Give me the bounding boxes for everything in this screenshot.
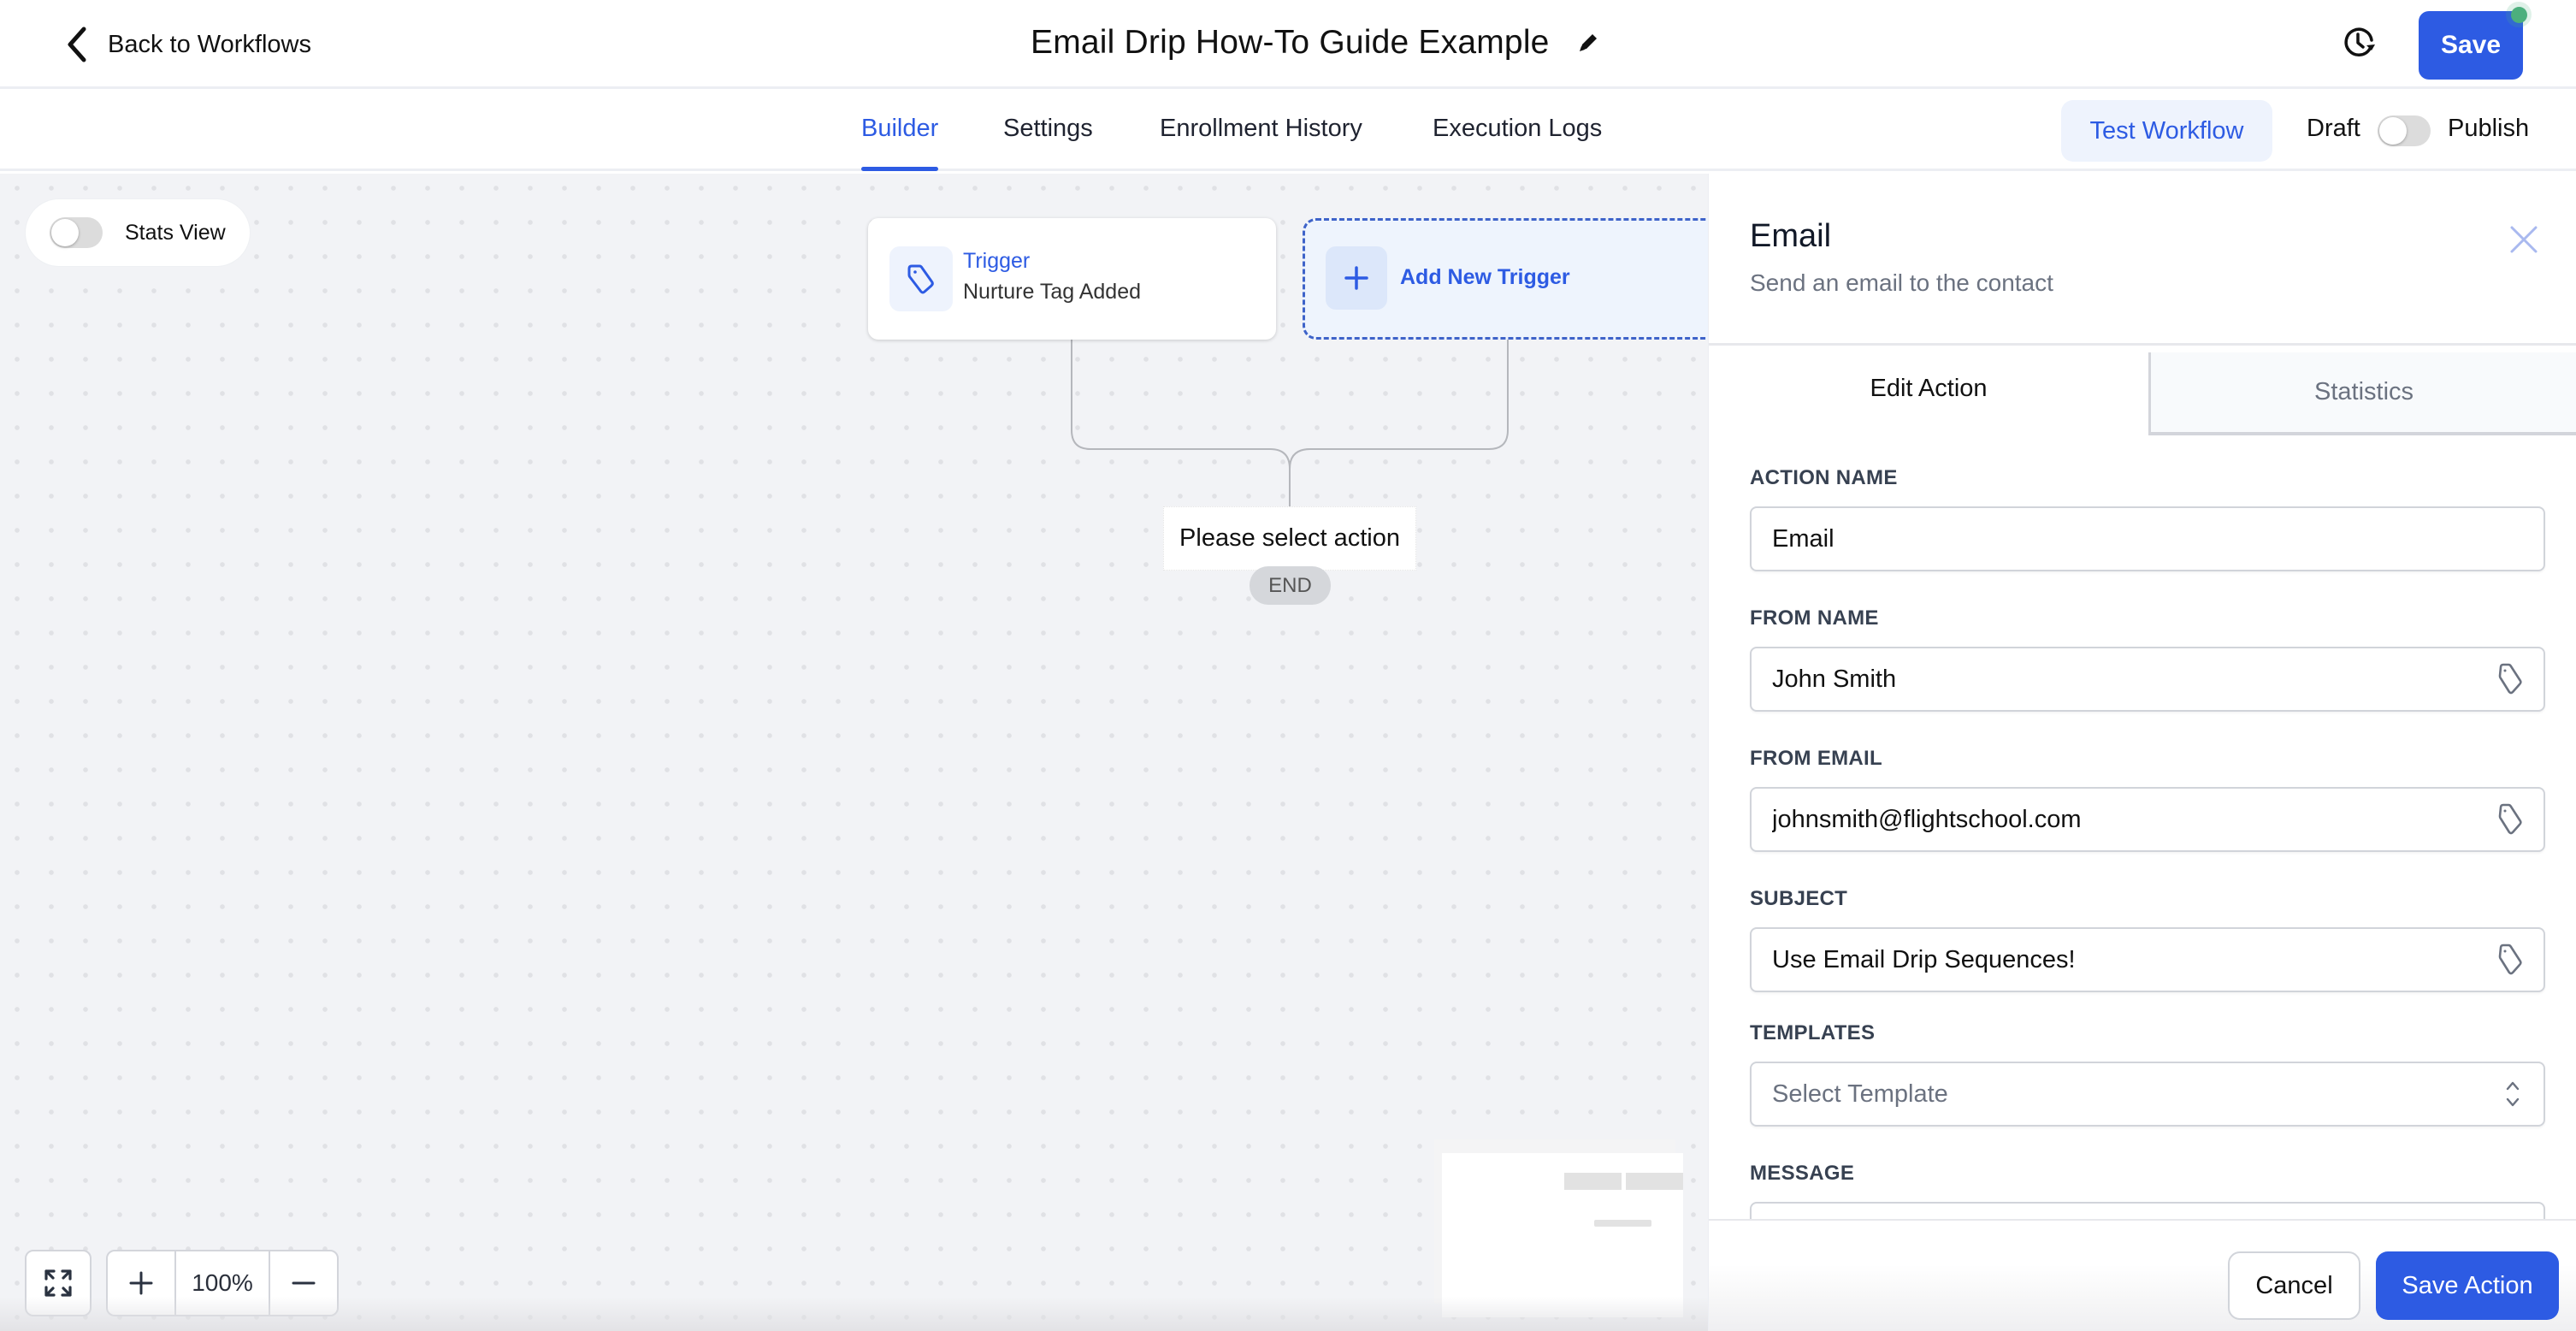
add-new-trigger-card[interactable]: Add New Trigger [1303,218,1708,340]
from-email-input[interactable] [1750,787,2545,852]
subject-label: SUBJECT [1750,887,1848,910]
pencil-edit-icon[interactable] [1575,30,1601,56]
publish-label: Publish [2448,115,2530,142]
from-name-label: FROM NAME [1750,606,1879,630]
back-to-workflows-link[interactable]: Back to Workflows [62,24,311,65]
from-name-input[interactable] [1750,647,2545,712]
zoom-level: 100% [174,1251,270,1315]
tab-edit-action[interactable]: Edit Action [1709,346,2148,431]
save-action-button[interactable]: Save Action [2376,1251,2559,1320]
tab-statistics[interactable]: Statistics [2148,352,2576,435]
action-name-input[interactable] [1750,506,2545,571]
back-label: Back to Workflows [108,30,311,58]
stats-view-label: Stats View [125,220,226,245]
plus-icon [129,1271,153,1295]
minimap-node [1594,1220,1651,1227]
panel-footer: Cancel Save Action [1709,1219,2576,1331]
draft-label: Draft [2307,115,2360,142]
trigger-title: Trigger [963,249,1031,273]
panel-subtitle: Send an email to the contact [1750,269,2053,296]
stats-view-toggle[interactable] [50,217,103,248]
minimap-node [1564,1173,1622,1190]
unsaved-status-dot [2506,2,2532,27]
minimap-node [1626,1173,1683,1190]
panel-title: Email [1750,218,1832,254]
custom-value-tag-icon[interactable] [2494,662,2525,696]
workflow-title: Email Drip How-To Guide Example [1031,24,1550,61]
workflow-canvas[interactable]: Stats View Trigger Nurture Tag Added Add… [0,174,1708,1331]
minimap[interactable] [1434,1139,1683,1317]
expand-icon [44,1269,72,1297]
templates-select[interactable] [1750,1062,2545,1127]
minus-icon [292,1281,316,1285]
custom-value-tag-icon[interactable] [2494,943,2525,977]
add-new-trigger-label: Add New Trigger [1400,265,1570,289]
chevron-left-icon [68,27,86,62]
stats-view-control: Stats View [26,199,250,266]
add-icon-box [1326,246,1387,310]
top-header: Back to Workflows Email Drip How-To Guid… [0,0,2576,89]
trigger-icon-box [889,246,953,311]
select-action-node[interactable]: Please select action [1163,506,1416,571]
message-label: MESSAGE [1750,1162,1855,1185]
zoom-in-button[interactable] [108,1251,174,1315]
test-workflow-button[interactable]: Test Workflow [2061,100,2272,162]
subject-input[interactable] [1750,927,2545,992]
tab-execution-logs[interactable]: Execution Logs [1433,115,1602,171]
tab-settings[interactable]: Settings [1003,115,1093,171]
custom-value-tag-icon[interactable] [2494,802,2525,837]
action-name-label: ACTION NAME [1750,466,1898,489]
trigger-subtitle: Nurture Tag Added [963,280,1142,304]
zoom-out-button[interactable] [270,1251,337,1315]
end-node: END [1250,566,1331,605]
templates-label: TEMPLATES [1750,1021,1876,1044]
tag-icon [907,264,934,294]
version-history-icon[interactable] [2339,23,2378,62]
close-icon[interactable] [2509,225,2538,254]
trigger-card[interactable]: Trigger Nurture Tag Added [868,218,1276,340]
workflow-tabs-bar: Builder Settings Enrollment History Exec… [0,89,2576,171]
publish-toggle[interactable] [2378,115,2431,146]
from-email-label: FROM EMAIL [1750,747,1882,770]
tab-enrollment-history[interactable]: Enrollment History [1160,115,1362,171]
workflow-title-group: Email Drip How-To Guide Example [1031,17,1601,68]
minimap-viewport [1442,1153,1683,1317]
cancel-button[interactable]: Cancel [2228,1251,2360,1320]
plus-icon [1344,266,1368,290]
action-edit-panel: Email Send an email to the contact Edit … [1708,174,2576,1331]
tab-builder[interactable]: Builder [861,115,939,171]
zoom-controls: 100% [106,1250,339,1316]
fit-to-screen-button[interactable] [25,1250,92,1316]
